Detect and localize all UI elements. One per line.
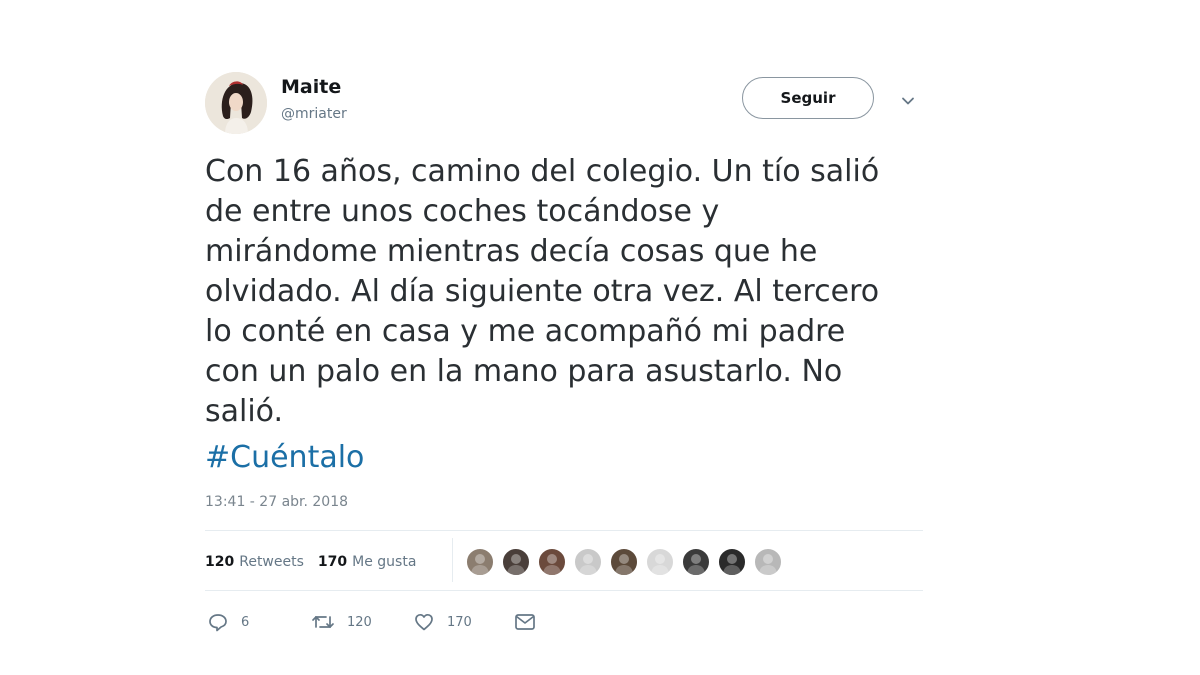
retweets-label[interactable]: Retweets <box>239 554 304 570</box>
liker-avatar[interactable] <box>753 547 783 577</box>
liker-avatar[interactable] <box>609 547 639 577</box>
retweet-icon <box>311 611 335 633</box>
heart-icon <box>413 611 435 633</box>
tweet-text: Con 16 años, camino del colegio. Un tío … <box>205 154 880 429</box>
likes-count[interactable]: 170 <box>318 554 347 570</box>
likes-label[interactable]: Me gusta <box>352 554 416 570</box>
like-count: 170 <box>447 614 472 630</box>
retweet-button[interactable]: 120 <box>311 609 372 635</box>
hashtag-link[interactable]: #Cuéntalo <box>205 438 364 478</box>
reply-button[interactable]: 6 <box>207 609 249 635</box>
message-button[interactable] <box>513 609 537 635</box>
liker-avatar[interactable] <box>645 547 675 577</box>
tweet: Maite @mriater Seguir Con 16 años, camin… <box>205 66 923 646</box>
envelope-icon <box>513 611 537 633</box>
liker-avatar[interactable] <box>681 547 711 577</box>
author-avatar[interactable] <box>205 72 267 134</box>
liker-avatar[interactable] <box>537 547 567 577</box>
liker-avatar[interactable] <box>465 547 495 577</box>
tweet-stats: 120 Retweets 170 Me gusta <box>205 550 416 574</box>
tweet-actions: 6 120 170 <box>205 609 605 635</box>
chevron-down-icon[interactable] <box>898 91 918 111</box>
divider <box>205 590 923 591</box>
liker-avatar[interactable] <box>717 547 747 577</box>
author-handle[interactable]: @mriater <box>281 106 347 122</box>
retweets-count[interactable]: 120 <box>205 554 234 570</box>
reply-count: 6 <box>241 614 250 630</box>
tweet-timestamp[interactable]: 13:41 - 27 abr. 2018 <box>205 494 348 510</box>
liker-avatar[interactable] <box>501 547 531 577</box>
follow-button[interactable]: Seguir <box>742 77 874 119</box>
liker-avatar[interactable] <box>573 547 603 577</box>
author-name[interactable]: Maite <box>281 76 341 98</box>
retweet-count: 120 <box>347 614 372 630</box>
like-button[interactable]: 170 <box>413 609 472 635</box>
stats-separator <box>452 538 453 582</box>
divider <box>205 530 923 531</box>
reply-icon <box>207 611 229 633</box>
